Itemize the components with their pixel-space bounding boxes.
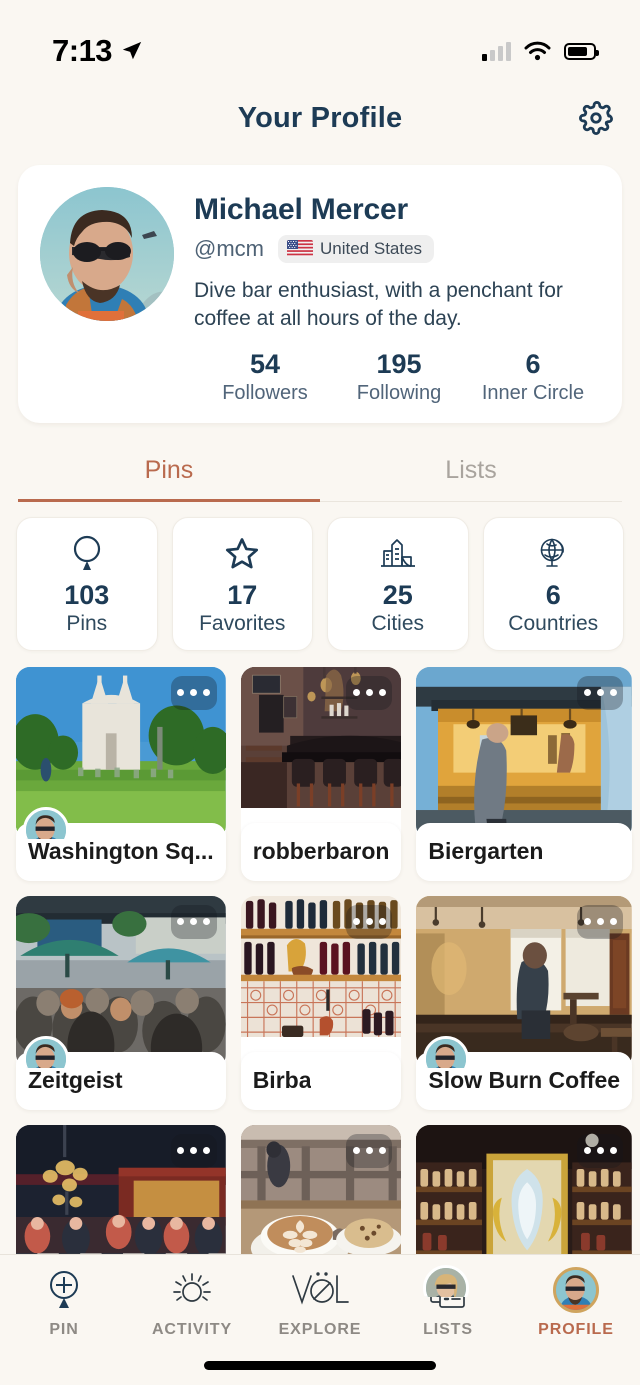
profile-info: Michael Mercer @mcm United States Dive b…	[194, 187, 600, 333]
buildings-icon	[378, 534, 418, 572]
battery-icon	[564, 42, 599, 60]
stat-label: Following	[356, 381, 442, 404]
status-time: 7:13	[52, 33, 113, 68]
pin-title: robberbaron	[252, 838, 390, 865]
handle-row: @mcm United States	[194, 234, 600, 263]
stat-card-pins[interactable]: 103 Pins	[16, 516, 158, 651]
more-options-icon[interactable]	[170, 675, 217, 710]
stat-card-value: 17	[227, 579, 258, 610]
more-options-icon[interactable]	[170, 904, 217, 939]
profile-stats: 54 Followers 195 Following 6 Inner Circl…	[40, 349, 600, 405]
nav-label: LISTS	[423, 1321, 473, 1338]
profile-card: Michael Mercer @mcm United States Dive b…	[18, 165, 622, 423]
cellular-signal-icon	[482, 41, 511, 61]
stat-card-countries[interactable]: 6 Countries	[482, 516, 624, 651]
pin-card[interactable]: Washington Sq...	[16, 666, 226, 881]
stat-card-value: 6	[545, 579, 561, 610]
home-indicator	[204, 1361, 436, 1370]
summary-stat-cards: 103 Pins 17 Favorites 25 Cities 6 Countr…	[0, 502, 640, 651]
settings-button[interactable]	[574, 96, 618, 140]
pin-photo	[16, 666, 226, 839]
pin-card[interactable]: robberbaron	[240, 666, 402, 881]
nav-label: PROFILE	[538, 1321, 614, 1338]
united-states-flag-icon	[287, 240, 313, 258]
pin-title: Washington Sq...	[28, 838, 214, 865]
stat-card-value: 25	[382, 579, 413, 610]
pin-photo	[240, 895, 402, 1068]
pin-card[interactable]: Biergarten	[416, 666, 633, 881]
avatar[interactable]	[40, 187, 174, 321]
nav-item-pin[interactable]: PIN	[0, 1267, 128, 1385]
stat-label: Inner Circle	[481, 381, 585, 404]
tab-pins[interactable]: Pins	[18, 441, 320, 502]
stat-card-value: 103	[64, 579, 110, 610]
country-label: United States	[320, 238, 423, 258]
star-icon	[223, 534, 261, 572]
nav-avatar	[553, 1267, 599, 1313]
stat-value: 195	[376, 348, 422, 379]
profile-name: Michael Mercer	[194, 193, 408, 226]
more-options-icon[interactable]	[346, 675, 393, 710]
stat-card-favorites[interactable]: 17 Favorites	[171, 516, 313, 651]
pin-card[interactable]: Zeitgeist	[16, 895, 226, 1110]
pin-title-box: Birba	[240, 1051, 402, 1110]
stat-label: Followers	[222, 381, 308, 404]
more-options-icon[interactable]	[346, 904, 393, 939]
profile-header-row: Michael Mercer @mcm United States Dive b…	[40, 187, 600, 333]
stat-value: 6	[525, 348, 541, 379]
pin-card[interactable]: Birba	[240, 895, 402, 1110]
pin-title: Zeitgeist	[28, 1067, 123, 1094]
map-pin-icon	[70, 534, 104, 572]
more-options-icon[interactable]	[577, 904, 624, 939]
nav-label: PIN	[49, 1321, 79, 1338]
more-options-icon[interactable]	[577, 675, 624, 710]
add-pin-icon	[45, 1267, 83, 1313]
pin-title-box: robberbaron	[240, 822, 402, 881]
stat-card-label: Countries	[508, 611, 599, 635]
profile-screen: 7:13 Your Profile Michael Mercer @mcm Un…	[0, 0, 640, 1385]
pin-photo	[416, 895, 633, 1068]
status-bar-left: 7:13	[52, 33, 143, 69]
stat-followers[interactable]: 54 Followers	[198, 349, 332, 405]
gear-icon	[579, 101, 613, 135]
more-options-icon[interactable]	[577, 1133, 624, 1168]
globe-icon	[535, 534, 571, 572]
page-title: Your Profile	[237, 101, 403, 134]
stat-card-label: Pins	[66, 611, 108, 635]
pin-photo	[16, 895, 226, 1068]
nav-item-profile[interactable]: PROFILE	[512, 1267, 640, 1385]
nav-label: EXPLORE	[278, 1321, 362, 1338]
pin-title-box: Biergarten	[416, 822, 633, 881]
content-tabs: Pins Lists	[18, 441, 622, 502]
profile-bio: Dive bar enthusiast, with a penchant for…	[194, 278, 563, 330]
country-badge: United States	[278, 234, 435, 263]
status-bar: 7:13	[0, 0, 640, 84]
pin-photo	[240, 666, 402, 839]
stat-value: 54	[249, 348, 281, 379]
stat-following[interactable]: 195 Following	[332, 349, 466, 405]
pin-title: Biergarten	[428, 838, 544, 865]
vol-logo-icon	[289, 1267, 351, 1313]
more-options-icon[interactable]	[346, 1133, 393, 1168]
stat-card-label: Cities	[371, 611, 424, 635]
page-header: Your Profile	[0, 84, 640, 152]
pin-photo	[416, 666, 633, 839]
stat-inner-circle[interactable]: 6 Inner Circle	[466, 349, 600, 405]
sun-icon	[170, 1267, 214, 1313]
tab-lists[interactable]: Lists	[320, 441, 622, 501]
more-options-icon[interactable]	[170, 1133, 217, 1168]
pin-title: Birba	[252, 1067, 312, 1094]
stat-card-cities[interactable]: 25 Cities	[327, 516, 469, 651]
pin-title: Slow Burn Coffee	[428, 1067, 621, 1094]
wifi-icon	[524, 41, 551, 61]
location-arrow-icon	[121, 40, 143, 62]
profile-handle: @mcm	[194, 235, 264, 261]
stat-card-label: Favorites	[199, 611, 286, 635]
pins-grid: Washington Sq... robberbaron Biergarten …	[0, 651, 640, 1297]
pin-card[interactable]: Slow Burn Coffee	[416, 895, 633, 1110]
nav-label: ACTIVITY	[151, 1321, 233, 1338]
status-bar-right	[482, 41, 599, 61]
avatar-icon	[553, 1267, 599, 1313]
